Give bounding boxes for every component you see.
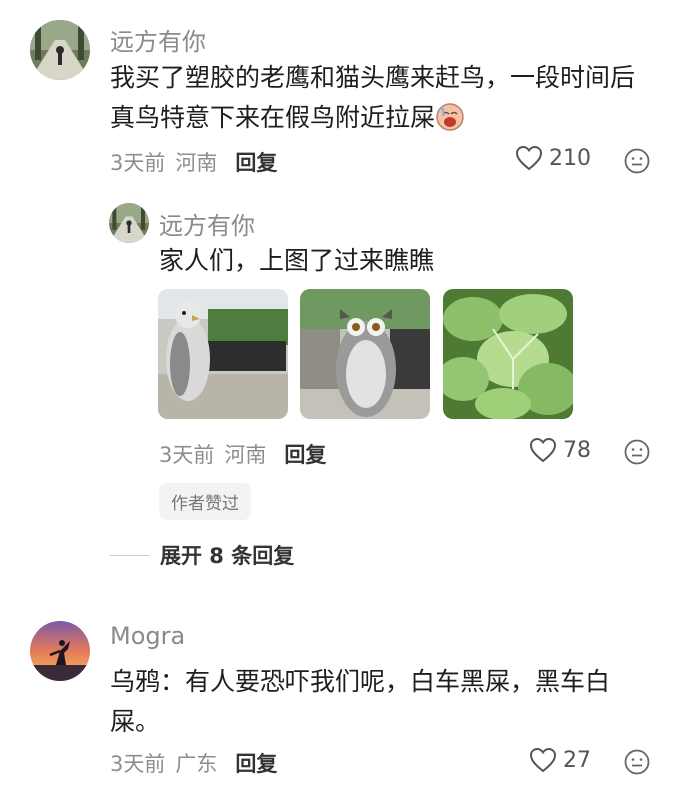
user-avatar[interactable] (30, 20, 90, 80)
reply-image-eagle[interactable] (158, 289, 288, 419)
reply-text: 家人们，上图了过来瞧瞧 (159, 246, 435, 275)
divider-line (110, 554, 150, 556)
lettuce-photo (443, 289, 573, 419)
owl-decoy-photo (300, 289, 430, 419)
reply-button[interactable]: 回复 (235, 147, 277, 177)
comment-text-body: 我买了塑胶的老鹰和猫头鹰来赶鸟，一段时间后真鸟特意下来在假鸟附近拉屎 (110, 63, 636, 132)
comment-meta: 3天前 河南 回复 (110, 147, 277, 177)
reply-button[interactable]: 回复 (235, 748, 277, 778)
like-button[interactable]: 27 (529, 747, 591, 773)
comment-location: 河南 (175, 151, 218, 175)
user-avatar[interactable] (30, 621, 90, 681)
comment-time: 3天前 (110, 752, 166, 776)
comment-text: 我买了塑胶的老鹰和猫头鹰来赶鸟，一段时间后真鸟特意下来在假鸟附近拉屎 (110, 58, 655, 138)
reply-like-button[interactable]: 78 (529, 437, 591, 463)
reply-avatar[interactable] (109, 203, 149, 243)
comment-meta: 3天前 广东 回复 (110, 748, 277, 778)
eagle-decoy-photo (158, 289, 288, 419)
reply-image-owl[interactable] (300, 289, 430, 419)
author-liked-badge: 作者赞过 (159, 483, 251, 520)
expand-replies-button[interactable]: 展开 8 条回复 (110, 540, 294, 570)
expand-replies-label: 展开 8 条回复 (160, 544, 295, 568)
comment-location: 广东 (175, 752, 218, 776)
like-button[interactable]: 210 (515, 145, 591, 171)
comment-time: 3天前 (110, 151, 166, 175)
emoji-face-icon[interactable] (624, 148, 650, 174)
comment-username[interactable]: Mogra (110, 622, 185, 650)
reply-reply-button[interactable]: 回复 (284, 439, 326, 469)
reply-location: 河南 (224, 443, 267, 467)
heart-outline-icon (529, 747, 557, 773)
reply-image-lettuce[interactable] (443, 289, 573, 419)
like-count: 210 (549, 145, 591, 171)
reply-username[interactable]: 远方有你 (159, 206, 255, 241)
emoji-face-icon[interactable] (624, 439, 650, 465)
heart-outline-icon (529, 437, 557, 463)
like-count: 27 (563, 747, 591, 773)
sweat-laugh-emoji (436, 103, 464, 131)
reply-meta: 3天前 河南 回复 (159, 439, 326, 469)
comment-text: 乌鸦：有人要恐吓我们呢，白车黑屎，黑车白屎。 (110, 667, 611, 736)
comment-username[interactable]: 远方有你 (110, 22, 206, 57)
reply-like-count: 78 (563, 437, 591, 463)
reply-time: 3天前 (159, 443, 215, 467)
emoji-face-icon[interactable] (624, 749, 650, 775)
heart-outline-icon (515, 145, 543, 171)
